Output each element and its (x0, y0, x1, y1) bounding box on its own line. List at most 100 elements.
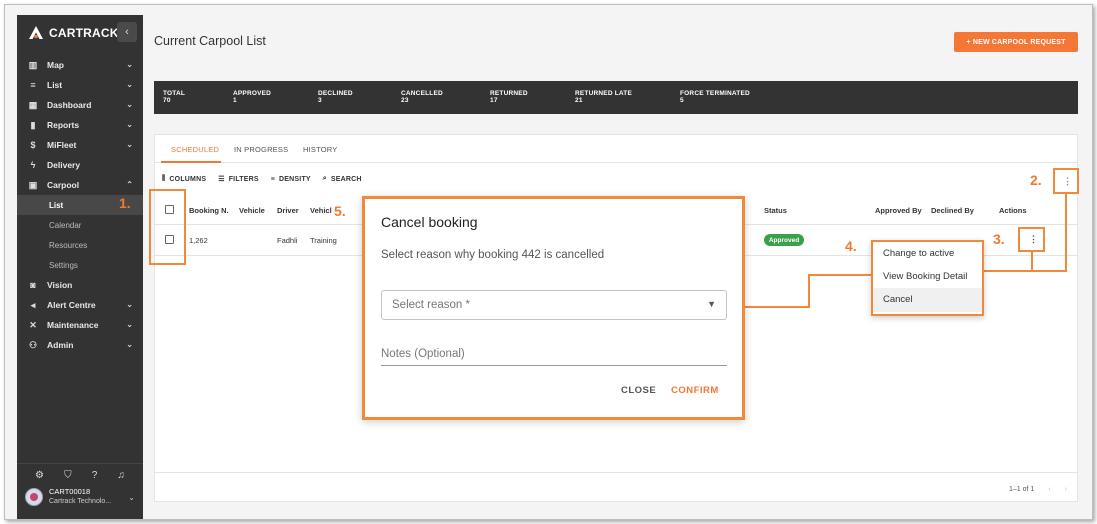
stats-bar: TOTAL 70 APPROVED 1 DECLINED 3 CANCELLED 23 … (154, 81, 1078, 114)
lightning-icon: ϟ (30, 160, 36, 170)
sidebar-subitem-calendar[interactable]: Calendar (17, 215, 143, 235)
active-tab-indicator (161, 161, 221, 163)
connector-line (984, 270, 1067, 272)
dashboard-icon: ▦ (28, 99, 38, 110)
filters-button[interactable]: ☰ FILTERS (218, 175, 259, 184)
stat-cancelled: CANCELLED 23 (401, 90, 443, 104)
stat-returned: RETURNED 17 (490, 90, 528, 104)
step-label-5: 5. (334, 203, 346, 219)
reason-select[interactable]: Select reason * ▼ (381, 290, 727, 320)
tab-scheduled[interactable]: SCHEDULED (171, 145, 219, 154)
sidebar-item-label: Maintenance (47, 320, 99, 330)
dialog-subtitle: Select reason why booking 442 is cancell… (381, 249, 605, 261)
sidebar-item-label: Vision (47, 280, 73, 290)
column-actions: Actions (999, 206, 1027, 215)
connector-line (1031, 252, 1033, 272)
sidebar-subitem-resources[interactable]: Resources (17, 235, 143, 255)
sidebar: CARTRACK ‹ ▥ Map ⌄ ≡ List ⌄ ▦ Dashboard ⌄ ▮ Rep… (17, 15, 143, 519)
column-approved-by[interactable]: Approved By (875, 206, 922, 215)
new-carpool-request-button[interactable]: + NEW CARPOOL REQUEST (954, 32, 1078, 52)
users-icon: ⚇ (28, 339, 38, 350)
user-id: CART00018 (49, 487, 91, 496)
dropdown-arrow-icon: ▼ (707, 299, 716, 309)
next-page-icon[interactable]: › (1065, 486, 1067, 493)
column-status[interactable]: Status (764, 206, 787, 215)
avatar (25, 488, 43, 506)
sidebar-item-label: Map (47, 60, 64, 70)
density-icon: ≡ (270, 175, 276, 183)
collapse-sidebar-button[interactable]: ‹ (117, 22, 137, 42)
booking-number: 1,262 (189, 236, 208, 245)
tab-in-progress[interactable]: IN PROGRESS (234, 145, 288, 154)
tabs: SCHEDULED IN PROGRESS HISTORY (155, 135, 1077, 163)
stat-declined: DECLINED 3 (318, 90, 353, 104)
list-icon: ≡ (30, 80, 36, 90)
sidebar-item-reports[interactable]: ▮ Reports ⌄ (17, 115, 143, 135)
stat-force-terminated: FORCE TERMINATED 5 (680, 90, 750, 104)
status-badge: Approved (764, 234, 804, 246)
driver-name: Fadhli (277, 236, 298, 245)
tab-history[interactable]: HISTORY (303, 145, 337, 154)
sidebar-item-delivery[interactable]: ϟ Delivery (17, 155, 143, 175)
user-profile[interactable]: CART00018 Cartrack Technolo... ⌄ (17, 481, 143, 507)
bell-icon[interactable]: ♫ (117, 470, 125, 481)
help-icon[interactable]: ? (92, 470, 98, 481)
sidebar-item-label: Reports (47, 120, 80, 130)
calendar-icon: ▣ (28, 179, 38, 190)
column-driver[interactable]: Driver (277, 206, 299, 215)
sidebar-item-vision[interactable]: ◙ Vision (17, 275, 143, 295)
brand-logo[interactable]: CARTRACK ‹ (17, 15, 143, 51)
columns-button[interactable]: ⫼ COLUMNS (162, 175, 206, 183)
user-company: Cartrack Technolo... (49, 498, 112, 505)
connector-line (808, 274, 872, 276)
menu-item-cancel[interactable]: Cancel (883, 294, 913, 305)
close-button[interactable]: CLOSE (621, 385, 656, 396)
chevron-down-icon: ⌄ (128, 492, 135, 502)
sidebar-item-map[interactable]: ▥ Map ⌄ (17, 55, 143, 75)
chevron-down-icon: ⌄ (126, 60, 133, 69)
step-label-3: 3. (993, 231, 1005, 247)
filter-icon: ☰ (218, 176, 225, 183)
sidebar-item-dashboard[interactable]: ▦ Dashboard ⌄ (17, 95, 143, 115)
highlight-checkbox-column (149, 189, 186, 265)
sidebar-item-carpool[interactable]: ▣ Carpool ⌃ (17, 175, 143, 195)
highlight-more-options (1053, 168, 1079, 194)
pagination: 1–1 of 1 ‹ › (1009, 486, 1067, 493)
shield-icon[interactable]: ⛉ (64, 470, 72, 481)
page-title: Current Carpool List (154, 34, 266, 48)
camera-icon: ◙ (30, 280, 36, 290)
sidebar-item-label: Carpool (47, 180, 80, 190)
chevron-down-icon: ⌄ (126, 80, 133, 89)
sidebar-item-alert-centre[interactable]: ◂ Alert Centre ⌄ (17, 295, 143, 315)
cartrack-logo-icon (27, 24, 45, 42)
sidebar-subitem-settings[interactable]: Settings (17, 255, 143, 275)
column-declined-by[interactable]: Declined By (931, 206, 974, 215)
menu-item-change-to-active[interactable]: Change to active (883, 248, 954, 259)
column-booking-number[interactable]: Booking N. (189, 206, 229, 215)
pagination-label: 1–1 of 1 (1009, 486, 1035, 493)
search-button[interactable]: ⌕ SEARCH (323, 175, 362, 183)
screenshot-frame: CARTRACK ‹ ▥ Map ⌄ ≡ List ⌄ ▦ Dashboard ⌄ ▮ Rep… (4, 4, 1093, 520)
density-button[interactable]: ≡ DENSITY (271, 175, 311, 183)
prev-page-icon[interactable]: ‹ (1048, 486, 1050, 493)
stat-approved: APPROVED 1 (233, 90, 272, 104)
sidebar-item-label: List (47, 80, 63, 90)
menu-item-view-booking-detail[interactable]: View Booking Detail (883, 271, 967, 282)
sidebar-item-label: Dashboard (47, 100, 92, 110)
cancel-booking-dialog: Cancel booking Select reason why booking… (362, 196, 745, 420)
sidebar-item-mifleet[interactable]: $ MiFleet ⌄ (17, 135, 143, 155)
step-label-1: 1. (119, 195, 131, 211)
column-vehicle[interactable]: Vehicle (239, 206, 265, 215)
sidebar-item-list[interactable]: ≡ List ⌄ (17, 75, 143, 95)
sidebar-item-admin[interactable]: ⚇ Admin ⌄ (17, 335, 143, 355)
stat-total: TOTAL 70 (163, 90, 186, 104)
notes-field[interactable]: Notes (Optional) (381, 344, 727, 366)
chevron-up-icon: ⌃ (126, 180, 133, 189)
confirm-button[interactable]: CONFIRM (671, 385, 719, 396)
sidebar-item-maintenance[interactable]: ✕ Maintenance ⌄ (17, 315, 143, 335)
reason-select-placeholder: Select reason * (392, 299, 470, 311)
chevron-down-icon: ⌄ (126, 300, 133, 309)
column-vehicle-type[interactable]: Vehicl (310, 206, 332, 215)
chevron-left-icon: ‹ (125, 26, 129, 38)
settings-icon[interactable]: ⚙ (35, 470, 44, 481)
